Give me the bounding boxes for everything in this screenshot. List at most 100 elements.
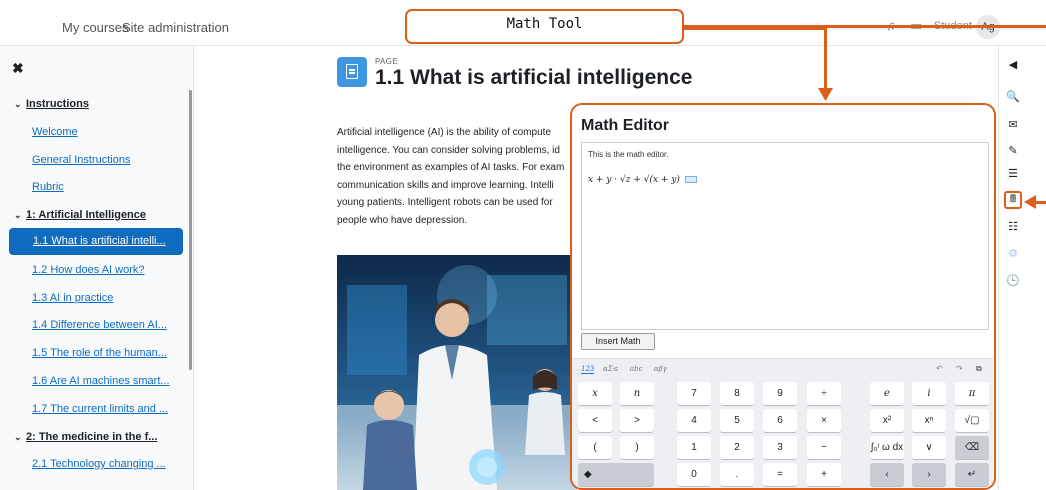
keyboard-tab-abc[interactable]: abc: [630, 365, 643, 373]
course-activity-link[interactable]: 1.6 Are AI machines smart...: [32, 375, 170, 387]
nav-my-courses[interactable]: My courses: [62, 20, 128, 35]
calculator-icon[interactable]: 🖩: [1004, 191, 1022, 209]
course-activity-link[interactable]: 1.4 Difference between AI...: [32, 319, 167, 331]
math-formula[interactable]: x + y · √z + √(x + y): [588, 175, 697, 185]
course-item-label: 1: Artificial Intelligence: [26, 209, 147, 221]
course-activity-link[interactable]: 1.1 What is artificial intelli...: [9, 228, 183, 255]
course-item-label: 2.1 Technology changing ...: [32, 458, 166, 470]
keyboard-key[interactable]: 6: [763, 409, 797, 433]
keyboard-key[interactable]: 5: [720, 409, 754, 433]
redo-icon[interactable]: ↷: [956, 364, 963, 373]
nav-site-administration[interactable]: Site administration: [122, 20, 229, 35]
keyboard-key[interactable]: 9: [763, 382, 797, 406]
keyboard-key[interactable]: +: [807, 463, 841, 487]
body-line: people who have depression.: [337, 214, 468, 226]
collapse-chevron-icon[interactable]: ⌄: [14, 210, 26, 221]
keyboard-key[interactable]: 1: [677, 436, 711, 460]
keyboard-key[interactable]: ): [620, 436, 654, 460]
math-tool-callout-label: Math Tool: [506, 16, 583, 32]
keyboard-key[interactable]: =: [763, 463, 797, 487]
undo-icon[interactable]: ↶: [936, 364, 943, 373]
keyboard-key[interactable]: 4: [677, 409, 711, 433]
course-item-label: Welcome: [32, 126, 78, 138]
collapse-chevron-icon[interactable]: ⌄: [14, 432, 26, 443]
keyboard-key[interactable]: ⌫: [955, 436, 989, 460]
keyboard-key[interactable]: i: [912, 382, 946, 406]
keyboard-key[interactable]: >: [620, 409, 654, 433]
keyboard-key[interactable]: .: [720, 463, 754, 487]
search-icon[interactable]: 🔍: [1004, 88, 1022, 106]
body-line: the environment as examples of AI tasks.…: [337, 162, 565, 173]
collapse-drawer-icon[interactable]: ◀: [1004, 56, 1022, 74]
course-activity-link[interactable]: General Instructions: [32, 154, 130, 166]
course-item-label: Rubric: [32, 181, 64, 193]
keyboard-key[interactable]: e: [870, 382, 904, 406]
collapse-chevron-icon[interactable]: ⌄: [14, 99, 26, 110]
course-activity-link[interactable]: 1.3 AI in practice: [32, 292, 113, 304]
edit-pencil-icon[interactable]: ✎: [1004, 142, 1022, 160]
keyboard-key[interactable]: 8: [720, 382, 754, 406]
course-item-label: 1.5 The role of the human...: [32, 347, 167, 359]
messages-icon[interactable]: ✉: [1004, 116, 1022, 134]
callout-line: [824, 27, 827, 93]
page-type-label: PAGE: [375, 57, 398, 66]
page-title: 1.1 What is artificial intelligence: [375, 66, 693, 89]
math-editor-description: This is the math editor.: [588, 150, 669, 159]
course-activity-link[interactable]: Rubric: [32, 181, 64, 193]
keyboard-key[interactable]: <: [578, 409, 612, 433]
course-section-link[interactable]: ⌄ 2: The medicine in the f...: [14, 431, 157, 443]
course-item-label: Instructions: [26, 98, 89, 110]
checklist-icon[interactable]: ☷: [1004, 218, 1022, 236]
keyboard-key[interactable]: 0: [677, 463, 711, 487]
keyboard-key[interactable]: ÷: [807, 382, 841, 406]
insert-math-button[interactable]: Insert Math: [581, 333, 655, 350]
course-item-label: 1.6 Are AI machines smart...: [32, 375, 170, 387]
moodle-page: My courses Site administration ♫ ▭ Stude…: [0, 0, 1046, 490]
course-activity-link[interactable]: Welcome: [32, 126, 78, 138]
callout-arrow-left-icon: [1024, 195, 1036, 209]
keyboard-key[interactable]: ∨: [912, 436, 946, 460]
callout-arrow-down-icon: [818, 88, 833, 101]
keyboard-key[interactable]: ›: [912, 463, 946, 487]
keyboard-key[interactable]: ‹: [870, 463, 904, 487]
keyboard-key[interactable]: −: [807, 436, 841, 460]
course-item-label: 1.7 The current limits and ...: [32, 403, 169, 415]
drawer-scrollbar[interactable]: [189, 90, 192, 370]
keyboard-key[interactable]: ◆: [578, 463, 654, 487]
keyboard-key[interactable]: 7: [677, 382, 711, 406]
keyboard-key[interactable]: n: [620, 382, 654, 406]
course-item-label: 1.2 How does AI work?: [32, 264, 145, 276]
keyboard-key[interactable]: ↵: [955, 463, 989, 487]
math-editor-input-area[interactable]: This is the math editor. x + y · √z + √(…: [581, 142, 989, 330]
body-line: communication skills and improve learnin…: [337, 179, 554, 191]
keyboard-key[interactable]: π: [955, 382, 989, 406]
keyboard-tab-symbols[interactable]: αΣ≤: [603, 365, 619, 373]
callout-line: [684, 27, 826, 30]
keyboard-key[interactable]: ∫₀ᶦ ω dx: [870, 436, 904, 460]
copy-icon[interactable]: ⧉: [976, 364, 982, 374]
list-icon[interactable]: ☰: [1004, 165, 1022, 183]
course-activity-link[interactable]: 1.2 How does AI work?: [32, 264, 145, 276]
course-activity-link[interactable]: 1.5 The role of the human...: [32, 347, 167, 359]
course-item-label: 1.4 Difference between AI...: [32, 319, 167, 331]
keyboard-key[interactable]: x: [578, 382, 612, 406]
keyboard-key[interactable]: x²: [870, 409, 904, 433]
course-activity-link[interactable]: 2.1 Technology changing ...: [32, 458, 166, 470]
course-item-label: 2: The medicine in the f...: [26, 431, 158, 443]
keyboard-key[interactable]: (: [578, 436, 612, 460]
keyboard-tab-greek[interactable]: αβγ: [654, 365, 667, 373]
body-line: Artificial intelligence (AI) is the abil…: [337, 127, 551, 138]
course-activity-link[interactable]: 1.7 The current limits and ...: [32, 403, 168, 415]
settings-icon[interactable]: ⚙: [1004, 245, 1022, 263]
keyboard-key[interactable]: 3: [763, 436, 797, 460]
math-editor-panel: Math Editor This is the math editor. x +…: [570, 103, 996, 490]
keyboard-tab-123[interactable]: 123: [581, 365, 595, 374]
keyboard-key[interactable]: √▢: [955, 409, 989, 433]
keyboard-key[interactable]: ×: [807, 409, 841, 433]
course-section-link[interactable]: ⌄ 1: Artificial Intelligence: [14, 209, 146, 221]
close-drawer-icon[interactable]: ✖: [12, 60, 24, 77]
keyboard-key[interactable]: 2: [720, 436, 754, 460]
clock-icon[interactable]: 🕒: [1004, 272, 1022, 290]
keyboard-key[interactable]: xⁿ: [912, 409, 946, 433]
course-section-link[interactable]: ⌄ Instructions: [14, 98, 89, 110]
